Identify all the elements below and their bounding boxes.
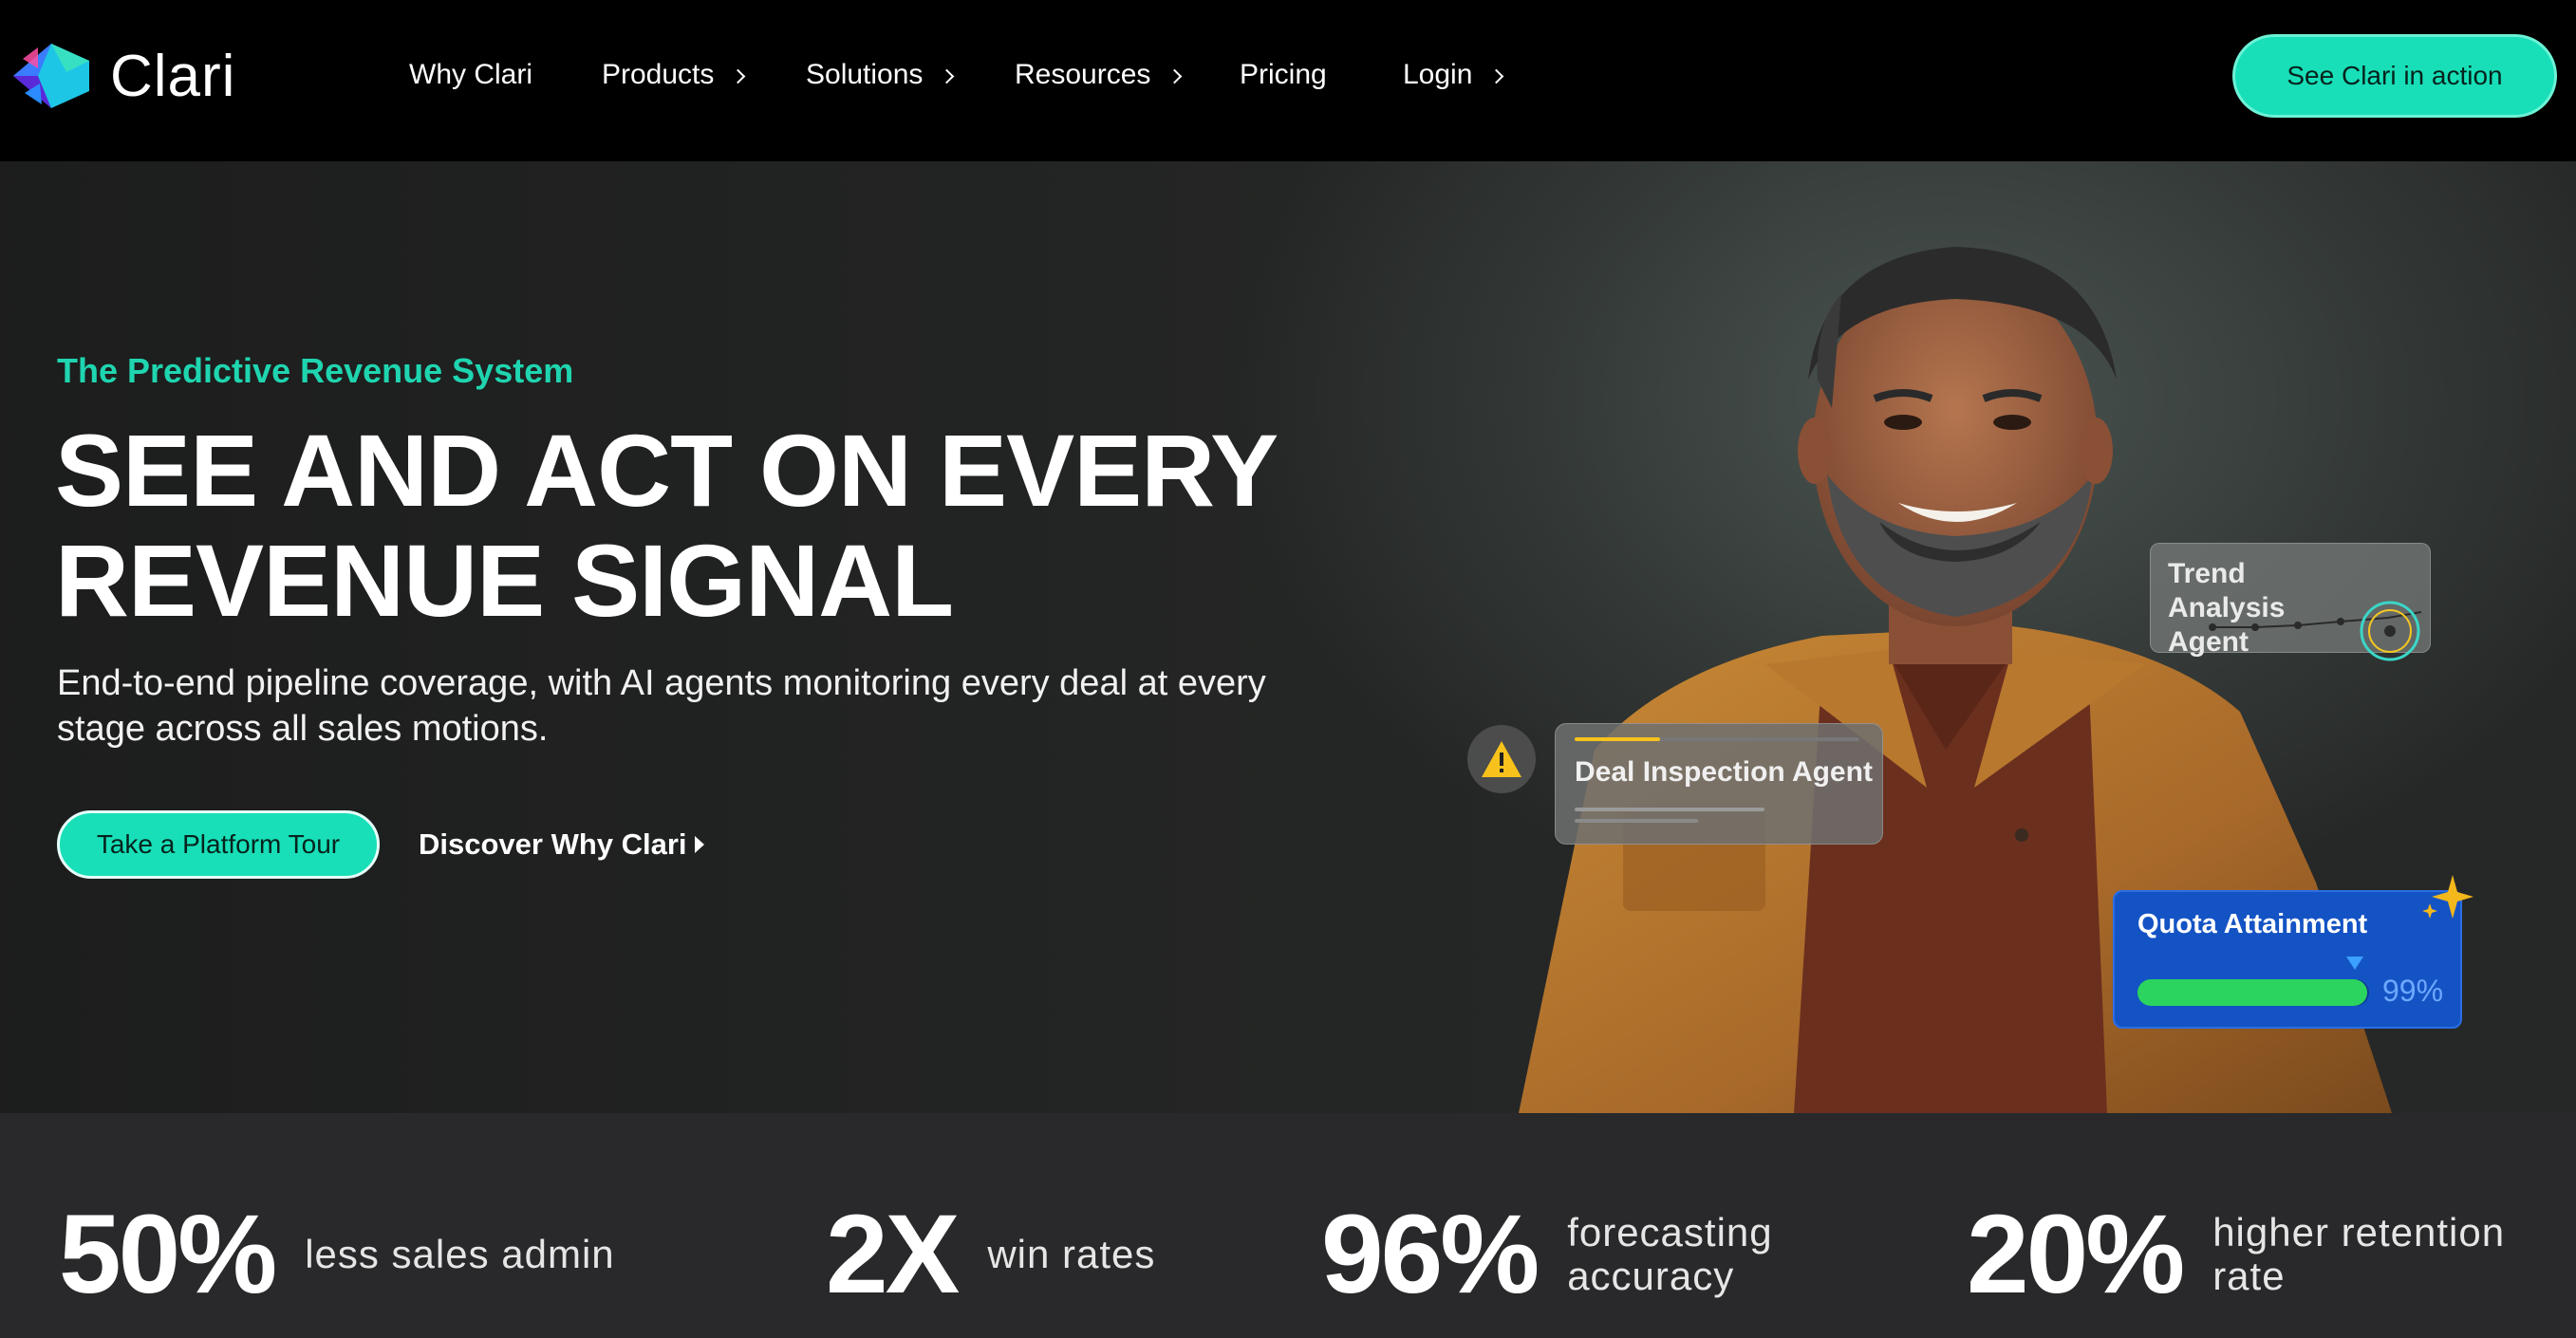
nav-pricing[interactable]: Pricing [1240,53,1327,97]
see-clari-in-action-button[interactable]: See Clari in action [2232,34,2557,118]
stat-win-rates: 2X win rates [826,1198,1155,1311]
nav-resources[interactable]: Resources [1015,53,1183,97]
stat-label: less sales admin [305,1232,615,1276]
nav-label: Why Clari [409,59,533,90]
chevron-right-icon [1167,68,1183,84]
hero-headline: SEE AND ACT ON EVERY REVENUE SIGNAL [55,416,1384,636]
stat-label: win rates [987,1232,1156,1276]
stat-value: 20% [1967,1192,2185,1317]
deal-placeholder-line [1575,808,1764,811]
logo-wordmark: Clari [110,43,236,109]
deal-card-title: Deal Inspection Agent [1575,756,1873,788]
hero-eyebrow: The Predictive Revenue System [57,351,574,390]
nav-why-clari[interactable]: Why Clari [409,53,532,97]
stat-value: 96% [1321,1192,1540,1317]
discover-link-label: Discover Why Clari [419,827,687,861]
chevron-right-icon [731,68,746,84]
deal-placeholder-line [1575,819,1698,823]
trend-chart-icon [2209,601,2422,661]
play-arrow-icon [694,836,704,853]
stat-less-sales-admin: 50% less sales admin [59,1198,615,1311]
stat-label: forecasting accuracy [1567,1210,1773,1298]
discover-why-clari-link[interactable]: Discover Why Clari [419,822,704,867]
hero-section: The Predictive Revenue System SEE AND AC… [0,161,2576,1113]
quota-progress-fill [2137,979,2367,1006]
take-platform-tour-button[interactable]: Take a Platform Tour [57,810,380,879]
quota-attainment-card: Quota Attainment 99% [2113,875,2473,1029]
chevron-right-icon [940,68,955,84]
headline-line-1: SEE AND ACT ON EVERY [55,413,1279,528]
nav-label: Solutions [806,59,924,90]
chevron-right-icon [1489,68,1504,84]
stat-higher-retention-rate: 20% higher retention rate [1967,1198,2526,1311]
warning-icon [1482,741,1521,777]
trend-analysis-agent-card: Trend Analysis Agent [2150,543,2431,661]
top-nav: Clari Why Clari Products Solutions Resou… [0,0,2576,161]
nav-label: Resources [1015,59,1151,90]
stat-value: 2X [826,1192,960,1317]
nav-label: Login [1403,59,1473,90]
deal-progress-bar [1575,737,1859,741]
nav-login[interactable]: Login [1403,53,1504,97]
quota-card-title: Quota Attainment [2137,909,2368,939]
sparkle-icon [2422,875,2473,919]
clari-logo[interactable]: Clari [9,40,235,112]
quota-progress-track [2137,979,2369,1006]
nav-label: Pricing [1240,59,1327,90]
nav-products[interactable]: Products [602,53,746,97]
deal-inspection-agent-card: Deal Inspection Agent [1555,723,1883,845]
quota-marker-icon [2346,957,2363,970]
stat-label: higher retention rate [2212,1210,2506,1298]
clari-logo-icon [13,44,89,108]
stat-forecasting-accuracy: 96% forecasting accuracy [1321,1198,1814,1311]
warning-badge [1467,725,1536,793]
hero-subline: End-to-end pipeline coverage, with AI ag… [57,663,1266,749]
headline-line-2: REVENUE SIGNAL [55,523,954,638]
stat-value: 50% [59,1192,277,1317]
nav-solutions[interactable]: Solutions [806,53,955,97]
nav-label: Products [602,59,715,90]
quota-percent: 99% [2382,974,2444,1008]
